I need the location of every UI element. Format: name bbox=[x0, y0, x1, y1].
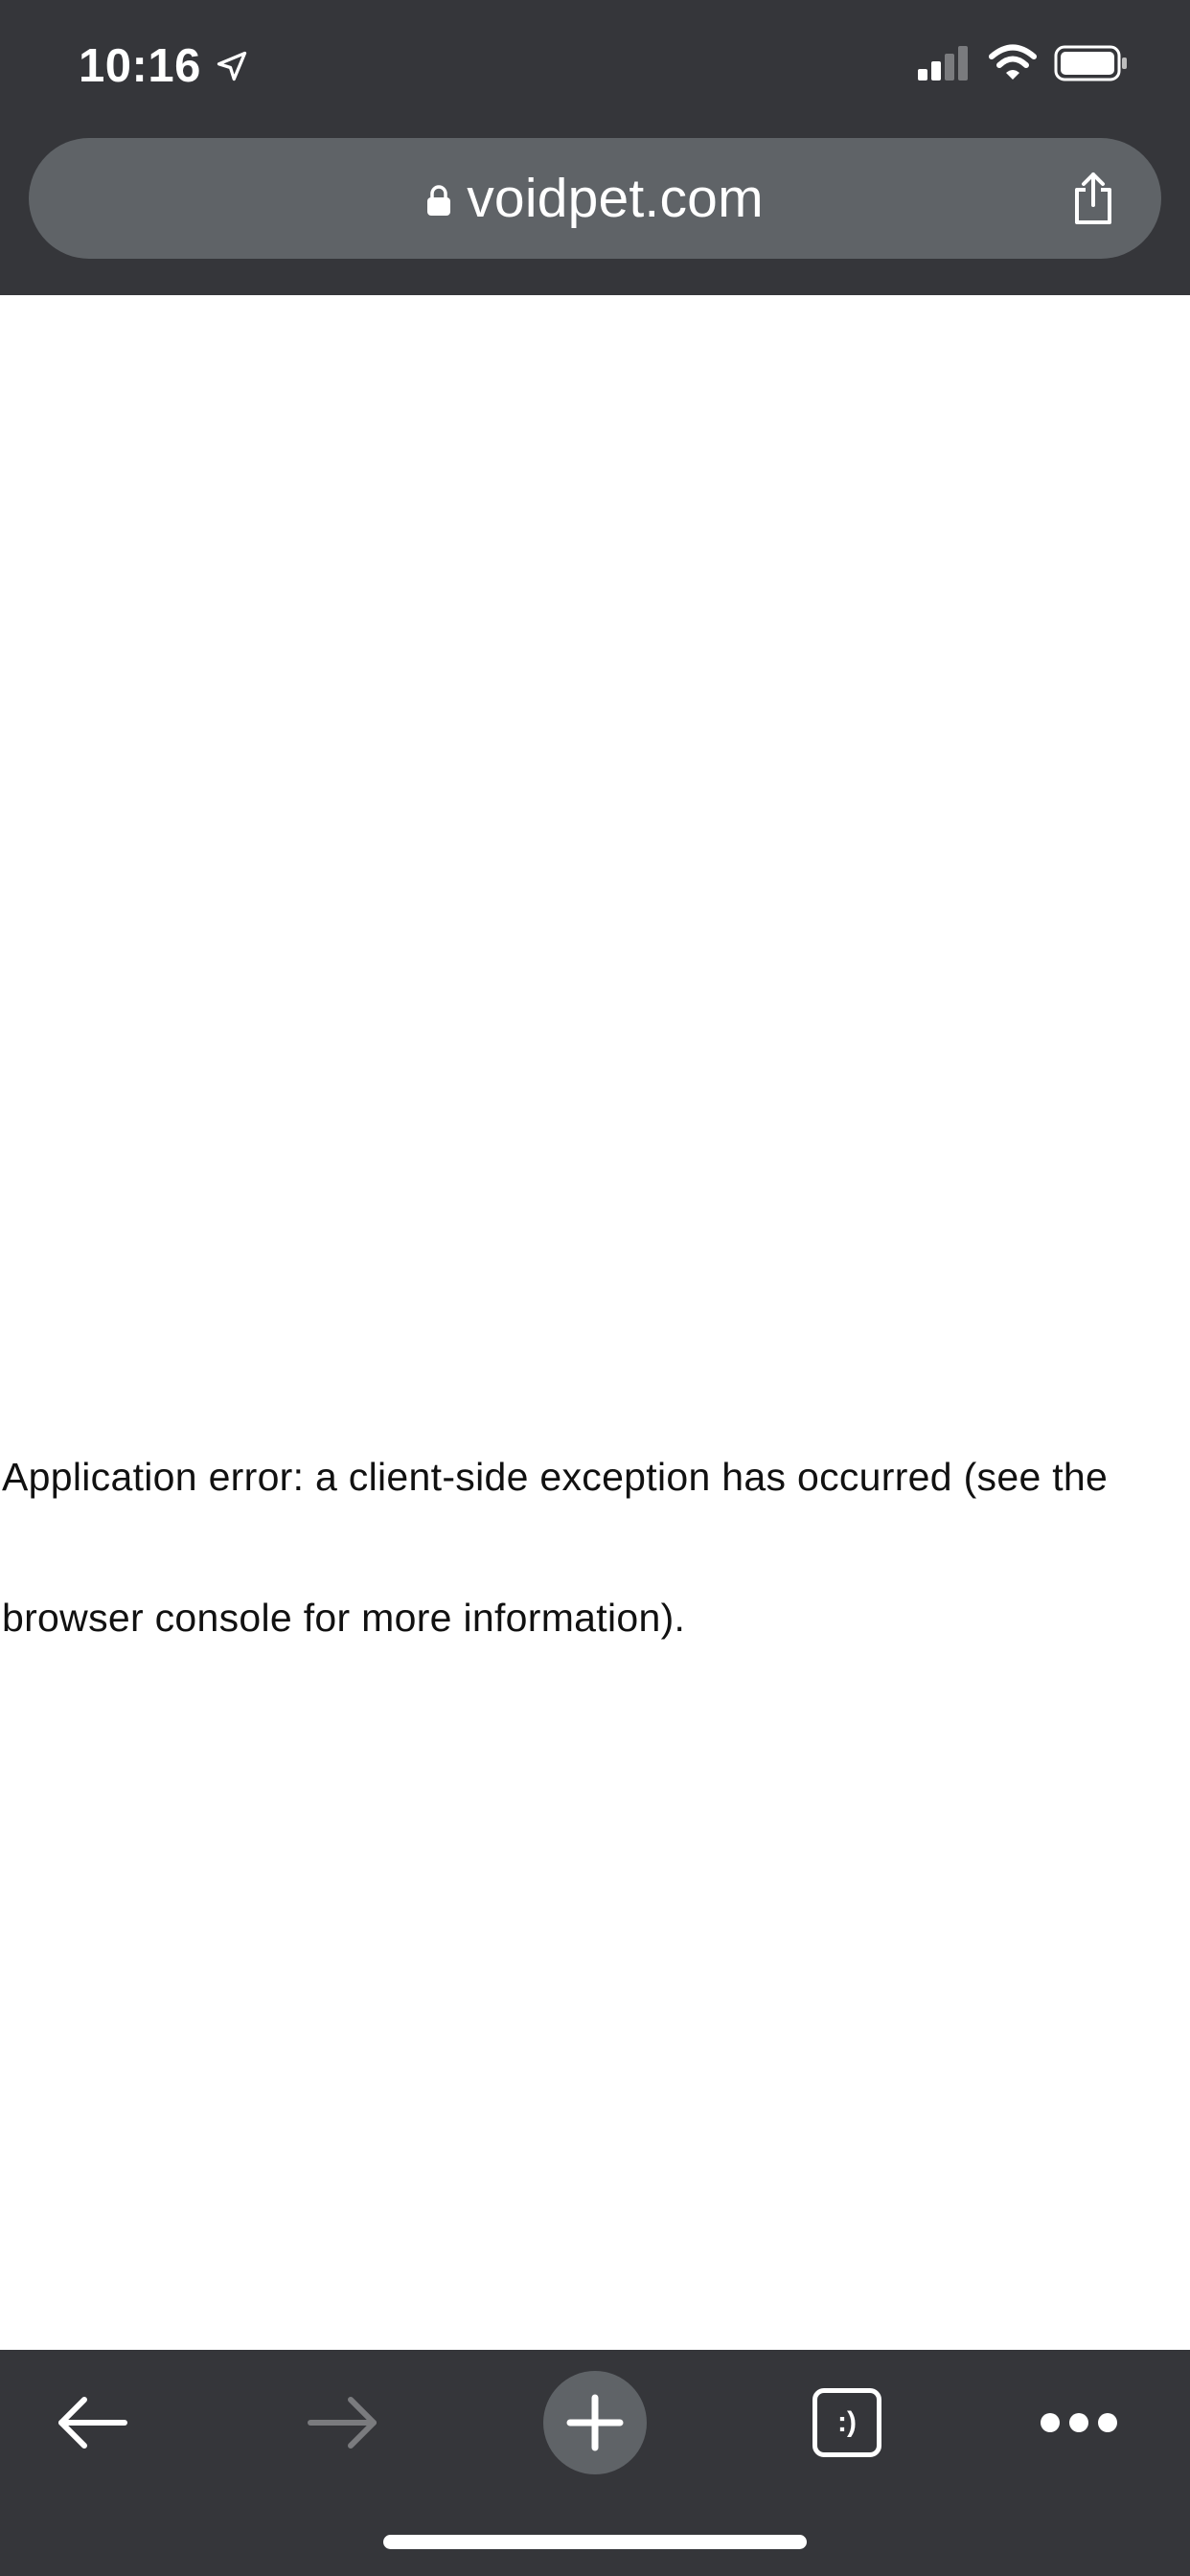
new-tab-circle[interactable] bbox=[543, 2371, 647, 2474]
error-message: Application error: a client-side excepti… bbox=[2, 1455, 1109, 1640]
wifi-icon bbox=[989, 44, 1037, 80]
page-content: Application error: a client-side excepti… bbox=[0, 295, 1190, 2350]
address-bar[interactable]: voidpet.com bbox=[29, 138, 1161, 259]
status-bar-time: 10:16 bbox=[79, 34, 249, 98]
lock-icon bbox=[427, 185, 451, 216]
location-arrow-icon bbox=[217, 51, 246, 81]
browser-screen: 10:16 voidpet.com Application error: a c… bbox=[0, 0, 1190, 2576]
arrow-right-icon bbox=[308, 2397, 377, 2449]
top-chrome: 10:16 voidpet.com bbox=[0, 0, 1190, 295]
back-button[interactable] bbox=[34, 2369, 149, 2476]
share-button[interactable] bbox=[1060, 163, 1127, 234]
forward-button[interactable] bbox=[286, 2369, 400, 2476]
more-dots-icon bbox=[1041, 2413, 1117, 2432]
address-bar-content[interactable]: voidpet.com bbox=[29, 138, 1161, 259]
arrow-left-icon bbox=[58, 2397, 127, 2449]
new-tab-button[interactable] bbox=[538, 2369, 652, 2476]
more-button[interactable] bbox=[1021, 2369, 1136, 2476]
battery-icon bbox=[1054, 45, 1127, 81]
tab-switcher-label: :) bbox=[837, 2406, 857, 2438]
time-label: 10:16 bbox=[79, 40, 201, 92]
tabs-icon: :) bbox=[812, 2388, 881, 2457]
cellular-signal-icon bbox=[918, 46, 968, 80]
tab-switcher-button[interactable]: :) bbox=[790, 2369, 904, 2476]
share-icon bbox=[1075, 172, 1111, 224]
home-indicator[interactable] bbox=[383, 2535, 807, 2549]
plus-icon bbox=[566, 2394, 624, 2451]
url-text: voidpet.com bbox=[467, 168, 764, 229]
